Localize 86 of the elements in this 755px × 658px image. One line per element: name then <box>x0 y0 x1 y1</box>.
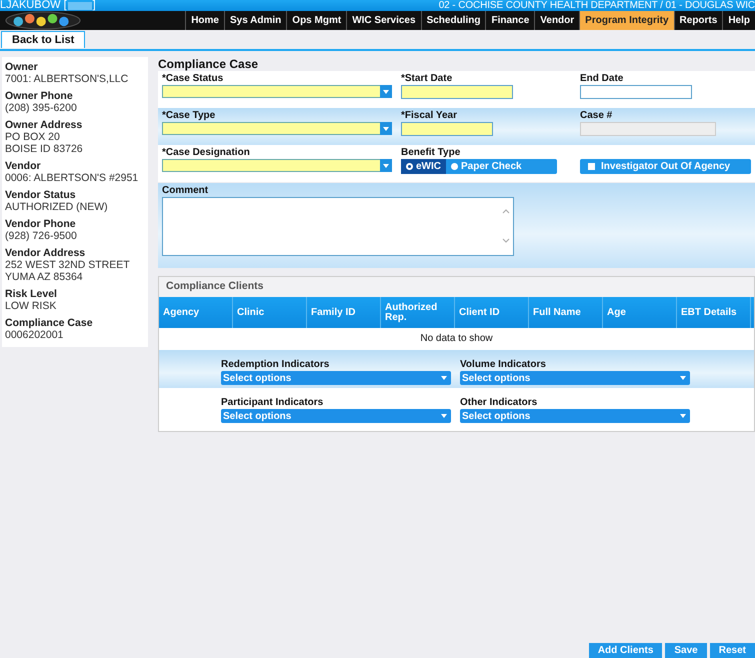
field-label: Benefit Type <box>401 147 462 159</box>
field-label: End Date <box>580 73 624 85</box>
multiselect-dropdown[interactable]: Select options <box>221 409 451 423</box>
field-label: Case # <box>580 110 614 122</box>
nav-tab[interactable]: Home <box>185 11 224 30</box>
field-label: Other Indicators <box>460 397 538 409</box>
info-value: AUTHORIZED (NEW) <box>5 201 109 213</box>
nav-tab[interactable]: Finance <box>485 11 534 30</box>
text-field[interactable] <box>580 85 692 99</box>
info-value: 7001: ALBERTSON'S,LLC <box>5 73 130 85</box>
field-label: *Start Date <box>401 73 454 85</box>
dropdown-placeholder: Select options <box>223 372 292 384</box>
caret-icon <box>441 376 447 380</box>
info-label: Risk Level <box>5 288 58 300</box>
column-header[interactable]: EBT Details <box>677 297 751 328</box>
dropdown-field[interactable] <box>162 122 392 135</box>
nav-tab[interactable]: Sys Admin <box>224 11 286 30</box>
empty-message: No data to show <box>419 332 494 346</box>
nav-tab[interactable]: Scheduling <box>420 11 486 30</box>
blurred-link[interactable] <box>68 2 92 10</box>
info-value: (208) 395-6200 <box>5 102 78 114</box>
info-value: PO BOX 20 <box>5 131 61 143</box>
panel-title: Compliance Clients <box>159 277 754 297</box>
multiselect-dropdown[interactable]: Select options <box>221 371 451 385</box>
info-value: (928) 726-9500 <box>5 230 78 242</box>
nav-tab[interactable]: Reports <box>674 11 722 30</box>
dropdown-placeholder: Select options <box>462 372 530 384</box>
nav-tab[interactable]: Help <box>722 11 755 30</box>
text-field[interactable] <box>401 122 493 136</box>
info-value: 0006202001 <box>5 329 64 341</box>
action-button[interactable]: Reset <box>710 643 755 658</box>
column-header[interactable]: Authorized Rep. <box>381 297 455 328</box>
info-label: Vendor Phone <box>5 218 77 230</box>
caret-icon <box>680 376 686 380</box>
field-label: *Fiscal Year <box>401 110 458 122</box>
field-label: Redemption Indicators <box>221 359 330 371</box>
form-title: Compliance Case <box>158 57 260 71</box>
info-label: Vendor <box>5 160 42 172</box>
field-label: *Case Designation <box>162 147 251 159</box>
info-value: 0006: ALBERTSON'S #2951 <box>5 172 140 184</box>
caret-icon <box>441 414 447 418</box>
info-value: BOISE ID 83726 <box>5 143 84 155</box>
info-label: Owner Address <box>5 119 84 131</box>
checkbox-toggle[interactable]: Investigator Out Of Agency <box>580 159 751 174</box>
action-button[interactable]: Save <box>665 643 707 658</box>
dropdown-placeholder: Select options <box>223 410 292 422</box>
column-header[interactable]: Age <box>603 297 677 328</box>
info-value: YUMA AZ 85364 <box>5 271 84 283</box>
user-name: LJAKUBOW [ <box>0 0 67 11</box>
dropdown-field[interactable] <box>162 159 392 172</box>
column-header[interactable]: Clinic <box>233 297 307 328</box>
multiselect-dropdown[interactable]: Select options <box>460 371 690 385</box>
nav-tab[interactable]: Ops Mgmt <box>286 11 346 30</box>
caret-icon <box>680 414 686 418</box>
caret-icon <box>380 85 392 98</box>
field-label: Comment <box>162 185 210 197</box>
caret-icon <box>380 159 392 172</box>
nav-tab[interactable]: Program Integrity <box>579 11 674 30</box>
bracket-text: ] <box>92 0 96 11</box>
radio-option[interactable]: eWIC <box>401 159 446 174</box>
action-button[interactable]: Add Clients <box>588 643 662 658</box>
info-label: Compliance Case <box>5 317 94 329</box>
nav-tab[interactable]: WIC Services <box>346 11 421 30</box>
back-to-list-button[interactable]: Back to List <box>1 31 86 48</box>
radio-option[interactable]: Paper Check <box>446 159 527 174</box>
column-header[interactable]: Client ID <box>455 297 529 328</box>
dropdown-field[interactable] <box>162 85 392 98</box>
dropdown-placeholder: Select options <box>462 410 530 422</box>
multiselect-dropdown[interactable]: Select options <box>460 409 690 423</box>
text-field[interactable] <box>401 85 513 99</box>
field-label: Volume Indicators <box>460 359 547 371</box>
info-label: Vendor Address <box>5 247 86 259</box>
field-label: Participant Indicators <box>221 397 324 409</box>
column-header[interactable]: Agency <box>159 297 233 328</box>
info-label: Vendor Status <box>5 189 76 201</box>
info-value: LOW RISK <box>5 300 58 312</box>
info-value: 252 WEST 32ND STREET <box>5 259 131 271</box>
agency-location: 02 - COCHISE COUNTY HEALTH DEPARTMENT / 01 - DOUGLAS WIC <box>438 0 755 11</box>
caret-icon <box>380 122 392 135</box>
column-header[interactable]: Full Name <box>529 297 603 328</box>
column-header[interactable]: Family ID <box>307 297 381 328</box>
info-label: Owner <box>5 61 39 73</box>
comment-field[interactable] <box>162 197 514 256</box>
field-label: *Case Type <box>162 110 216 122</box>
field-label: *Case Status <box>162 73 224 85</box>
info-label: Owner Phone <box>5 90 74 102</box>
